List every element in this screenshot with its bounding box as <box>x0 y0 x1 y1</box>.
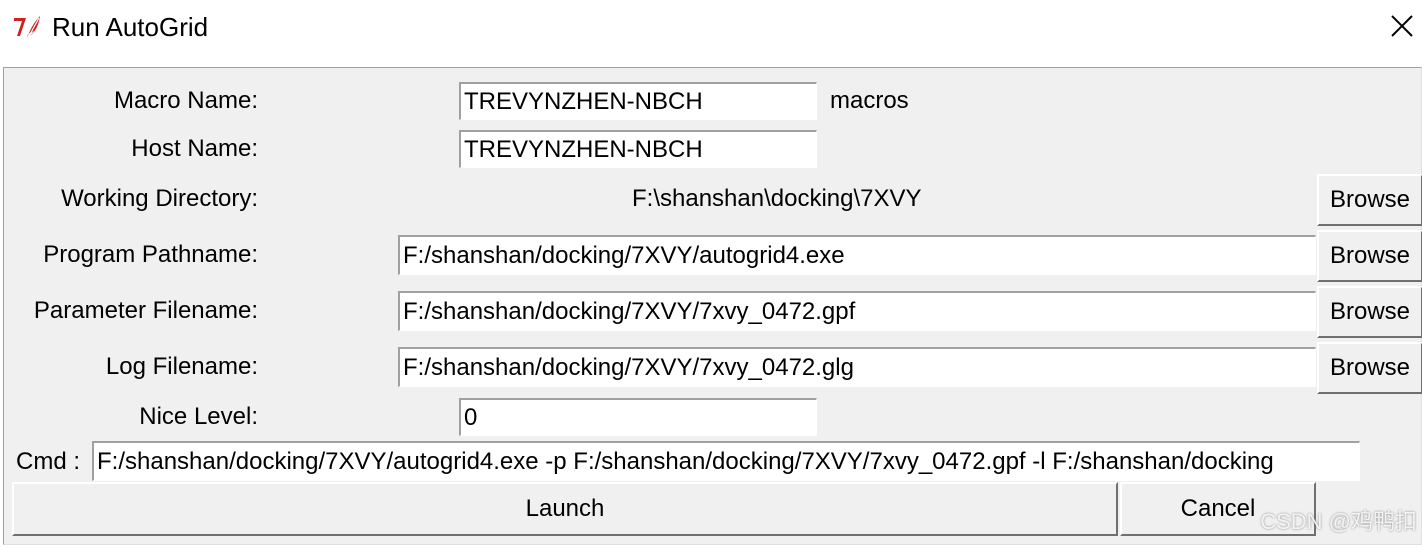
title-bar: Run AutoGrid <box>0 0 1422 56</box>
watermark: CSDN @鸡鸭扣 <box>1260 509 1417 534</box>
log-filename-label: Log Filename: <box>105 353 258 380</box>
host-name-label: Host Name: <box>131 135 258 162</box>
launch-label: Launch <box>525 495 605 522</box>
macro-name-label: Macro Name: <box>113 87 258 114</box>
log-filename-input[interactable] <box>398 347 1316 387</box>
macro-name-input[interactable] <box>459 82 817 120</box>
window-title: Run AutoGrid <box>52 12 209 42</box>
tk-feather-icon <box>14 16 40 38</box>
log-filename-browse-button[interactable]: Browse <box>1317 342 1422 394</box>
parameter-filename-browse-button[interactable]: Browse <box>1317 286 1422 338</box>
program-pathname-browse-label: Browse <box>1329 242 1411 269</box>
parameter-filename-input[interactable] <box>398 291 1316 331</box>
program-pathname-input[interactable] <box>398 235 1316 275</box>
program-pathname-label: Program Pathname: <box>43 241 258 268</box>
cmd-label: Cmd : <box>16 448 81 475</box>
program-pathname-browse-button[interactable]: Browse <box>1317 230 1422 282</box>
host-name-input[interactable] <box>459 130 817 168</box>
working-directory-label: Working Directory: <box>61 185 258 212</box>
working-directory-browse-button[interactable]: Browse <box>1317 174 1422 226</box>
parameter-filename-browse-label: Browse <box>1329 298 1411 325</box>
nice-level-input[interactable] <box>459 398 817 436</box>
close-icon[interactable] <box>1382 6 1422 46</box>
macro-name-suffix: macros <box>830 87 909 114</box>
working-directory-browse-label: Browse <box>1329 186 1411 213</box>
form-panel: Macro Name: macros Host Name: Working Di… <box>3 67 1422 545</box>
working-directory-value: F:\shanshan\docking\7XVY <box>632 185 922 212</box>
nice-level-label: Nice Level: <box>139 403 258 430</box>
parameter-filename-label: Parameter Filename: <box>33 297 258 324</box>
run-autogrid-dialog: Run AutoGrid Macro Name: macros Host Nam… <box>0 0 1422 548</box>
log-filename-browse-label: Browse <box>1329 354 1411 381</box>
launch-button[interactable]: Launch <box>12 482 1118 536</box>
cmd-input[interactable] <box>92 441 1360 481</box>
